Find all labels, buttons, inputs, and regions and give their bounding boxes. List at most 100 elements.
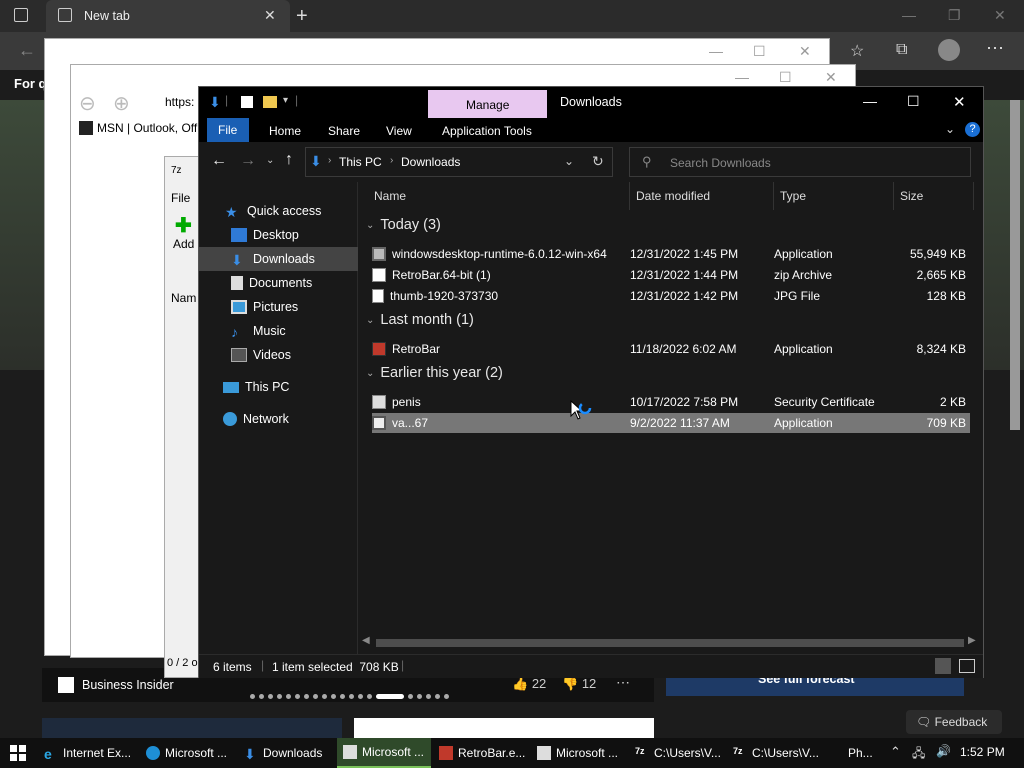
page-scrollbar[interactable] <box>1010 100 1020 430</box>
maximize-button[interactable]: ☐ <box>907 93 920 110</box>
network-tray-icon[interactable]: 🖧 <box>912 744 925 765</box>
feedback-button[interactable]: 🗨 Feedback <box>906 710 1002 734</box>
taskbar-internet-explorer[interactable]: e Internet Ex... <box>38 738 138 768</box>
windows-logo-icon <box>10 745 26 761</box>
zip-archive-icon <box>372 268 386 282</box>
show-hidden-icons[interactable]: ⌃ <box>890 744 901 760</box>
nav-network[interactable]: Network <box>199 407 381 431</box>
column-type[interactable]: Type <box>774 182 894 210</box>
address-dropdown-icon[interactable]: ⌄ <box>564 154 574 168</box>
horizontal-scrollbar[interactable]: ◀ ▶ <box>358 634 983 652</box>
column-name[interactable]: Name <box>368 182 630 210</box>
application-icon <box>372 416 386 430</box>
collections-icon[interactable]: ⧉ <box>896 41 907 59</box>
new-tab-icon <box>58 8 72 22</box>
file-row[interactable]: RetroBar.64-bit (1) 12/31/2022 1:44 PM z… <box>372 265 970 285</box>
window-title: Downloads <box>560 95 622 109</box>
zip-add-icon[interactable]: ✚ <box>175 213 192 238</box>
ie-icon: e <box>44 746 52 762</box>
help-icon[interactable]: ? <box>965 122 980 137</box>
taskbar-7zip-2[interactable]: 7z C:\Users\V... <box>727 738 823 768</box>
file-list: Name Date modified Type Size ⌄ Today (3)… <box>358 182 983 654</box>
qat-dropdown-icon[interactable]: ▾ <box>283 95 288 106</box>
edge-minimize-icon[interactable]: — <box>902 7 916 23</box>
taskbar-msn[interactable]: Microsoft ... <box>337 738 431 768</box>
refresh-icon[interactable]: ↻ <box>592 153 604 170</box>
file-row[interactable]: thumb-1920-373730 12/31/2022 1:42 PM JPG… <box>372 286 970 306</box>
new-tab-button[interactable]: + <box>296 5 308 28</box>
manage-tab[interactable]: Manage <box>428 90 547 118</box>
search-input[interactable]: Search Downloads <box>670 156 771 170</box>
group-header[interactable]: ⌄ Last month (1) <box>366 312 474 328</box>
group-header[interactable]: ⌄ Earlier this year (2) <box>366 365 503 381</box>
ie-tab-title[interactable]: MSN | Outlook, Off <box>97 121 197 135</box>
back-button[interactable]: ← <box>211 152 227 170</box>
group-header[interactable]: ⌄ Today (3) <box>366 217 441 233</box>
file-row[interactable]: windowsdesktop-runtime-6.0.12-win-x64 12… <box>372 244 970 264</box>
ribbon-tab-home[interactable]: Home <box>269 124 301 138</box>
dislikes-count[interactable]: 👎 12 <box>562 676 596 692</box>
scroll-left-icon[interactable]: ◀ <box>362 635 370 646</box>
address-bar[interactable]: ⬇ › This PC › Downloads ⌄ ↻ <box>305 147 613 177</box>
column-date-modified[interactable]: Date modified <box>630 182 774 210</box>
start-button[interactable] <box>0 738 36 768</box>
ribbon-tab-file[interactable]: File <box>207 118 249 142</box>
taskbar-7zip-1[interactable]: 7z C:\Users\V... <box>629 738 725 768</box>
volume-icon[interactable]: 🔊 <box>936 744 951 758</box>
tab-title: New tab <box>84 9 130 23</box>
back-icon[interactable]: ← <box>18 40 36 61</box>
nav-quick-access[interactable]: ★ Quick access <box>199 199 383 223</box>
ie-address-bar[interactable]: https: <box>165 95 194 109</box>
taskbar-downloads[interactable]: ⬇ Downloads <box>238 738 334 768</box>
likes-count[interactable]: 👍 22 <box>512 676 546 692</box>
edge-close-icon[interactable]: ✕ <box>994 7 1006 24</box>
recent-locations-icon[interactable]: ⌄ <box>266 155 274 166</box>
taskbar-microsoft[interactable]: Microsoft ... <box>531 738 627 768</box>
details-view-icon[interactable] <box>935 658 951 674</box>
breadcrumb-downloads[interactable]: Downloads <box>401 155 460 169</box>
busy-cursor-icon <box>570 399 592 429</box>
close-tab-icon[interactable]: ✕ <box>264 7 276 24</box>
zip-menu-file[interactable]: File <box>171 191 190 205</box>
new-folder-icon[interactable] <box>263 96 277 108</box>
forward-button[interactable]: → <box>240 152 256 170</box>
carousel-dots[interactable] <box>250 692 450 700</box>
profile-avatar[interactable] <box>938 39 960 61</box>
properties-icon[interactable] <box>241 96 253 108</box>
up-button[interactable]: ↑ <box>285 151 293 169</box>
search-icon: ⚲ <box>642 154 652 169</box>
scrollbar-thumb[interactable] <box>376 639 964 647</box>
file-row[interactable]: RetroBar 11/18/2022 6:02 AM Application … <box>372 339 970 359</box>
breadcrumb-this-pc[interactable]: This PC <box>339 155 382 169</box>
zip-status: 0 / 2 o <box>167 657 198 669</box>
chevron-down-icon: ⌄ <box>366 367 375 379</box>
taskbar-ph[interactable]: Ph... <box>840 738 880 768</box>
nav-this-pc[interactable]: This PC <box>199 375 381 399</box>
file-row-selected[interactable]: va...67 9/2/2022 11:37 AM Application 70… <box>372 413 970 433</box>
large-icons-view-icon[interactable] <box>959 659 975 673</box>
retrobar-taskbar-icon <box>439 746 453 760</box>
search-box[interactable]: ⚲ Search Downloads <box>629 147 971 177</box>
ie-back-icon[interactable]: ⊖ <box>79 91 96 116</box>
ribbon-tab-share[interactable]: Share <box>328 124 360 138</box>
expand-ribbon-icon[interactable]: ⌄ <box>945 122 955 136</box>
ie-forward-icon[interactable]: ⊕ <box>113 91 130 116</box>
navigation-pane: ★ Quick access Desktop 📌 ⬇ Downloads 📌 D… <box>199 182 389 654</box>
scroll-right-icon[interactable]: ▶ <box>968 635 976 646</box>
taskbar-retrobar[interactable]: RetroBar.e... <box>433 738 529 768</box>
file-row[interactable]: penis 10/17/2022 7:58 PM Security Certif… <box>372 392 970 412</box>
taskbar-edge[interactable]: Microsoft ... <box>140 738 236 768</box>
edge-tab[interactable]: New tab ✕ <box>46 0 290 32</box>
ribbon-tab-application-tools[interactable]: Application Tools <box>442 124 532 138</box>
favorites-icon[interactable]: ☆ <box>850 41 864 61</box>
close-button[interactable]: ✕ <box>953 93 966 111</box>
retrobar-app-icon <box>372 342 386 356</box>
edge-restore-icon[interactable]: ❐ <box>948 7 961 24</box>
column-size[interactable]: Size <box>894 182 974 210</box>
zip-app-icon: 7z <box>171 165 182 176</box>
more-icon[interactable]: ⋯ <box>986 38 1004 59</box>
ribbon-tab-view[interactable]: View <box>386 124 412 138</box>
tab-actions-icon[interactable] <box>14 8 28 22</box>
minimize-button[interactable]: — <box>863 93 877 109</box>
clock[interactable]: 1:52 PM <box>960 745 1005 759</box>
